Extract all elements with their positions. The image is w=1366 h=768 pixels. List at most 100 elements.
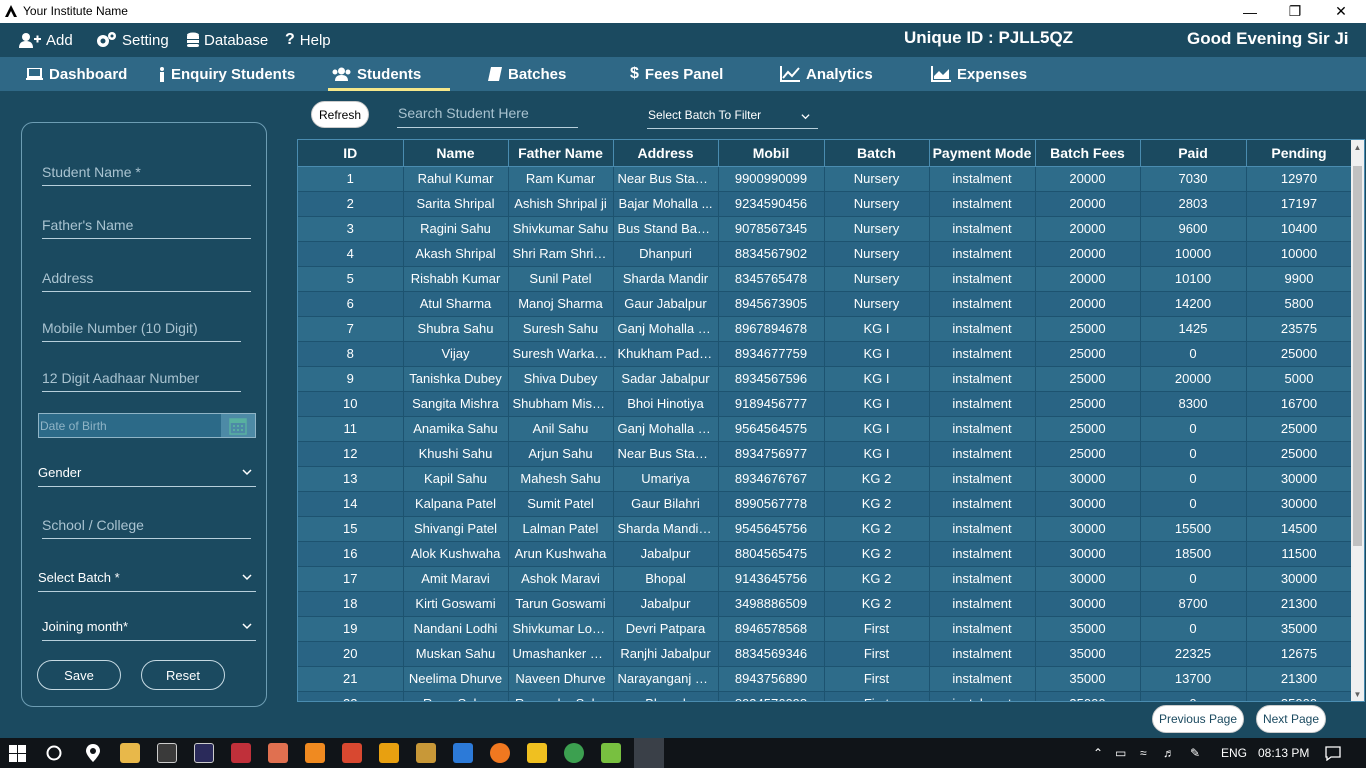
- powershell-icon[interactable]: [194, 743, 214, 763]
- table-row[interactable]: 1 Rahul Kumar Ram Kumar Near Bus Stand... 99…: [298, 166, 1353, 192]
- table-row[interactable]: 7 Shubra Sahu Suresh Sahu Ganj Mohalla B...…: [298, 316, 1353, 342]
- students-table[interactable]: ID Name Father Name Address Mobil Batch Paymen…: [297, 139, 1365, 702]
- clock[interactable]: 08:13 PM: [1258, 746, 1309, 760]
- maximize-button[interactable]: ❐: [1272, 0, 1318, 23]
- column-header[interactable]: Batch: [824, 140, 930, 167]
- app-icon[interactable]: [268, 743, 288, 763]
- search-circle-icon[interactable]: [46, 745, 62, 761]
- table-cell: 30000: [1035, 466, 1141, 492]
- table-row[interactable]: 21 Neelima Dhurve Naveen Dhurve Narayanganj…: [298, 666, 1353, 692]
- batch-select[interactable]: Select Batch *: [38, 566, 256, 592]
- android-studio-icon[interactable]: [601, 743, 621, 763]
- language-indicator[interactable]: ENG: [1221, 746, 1247, 760]
- column-header[interactable]: ID: [298, 140, 404, 167]
- column-header[interactable]: Paid: [1140, 140, 1247, 167]
- reset-button[interactable]: Reset: [141, 660, 225, 690]
- chrome-icon[interactable]: [564, 743, 584, 763]
- father-name-field[interactable]: Father's Name: [42, 213, 251, 239]
- table-row[interactable]: 3 Ragini Sahu Shivkumar Sahu Bus Stand Bare…: [298, 216, 1353, 242]
- app-icon[interactable]: [527, 743, 547, 763]
- table-row[interactable]: 18 Kirti Goswami Tarun Goswami Jabalpur 3498…: [298, 591, 1353, 617]
- pen-icon[interactable]: ✎: [1190, 746, 1200, 760]
- tab-dashboard[interactable]: Dashboard: [26, 57, 127, 91]
- scroll-down-icon[interactable]: ▼: [1351, 687, 1364, 701]
- next-page-button[interactable]: Next Page: [1256, 705, 1326, 733]
- close-button[interactable]: ✕: [1318, 0, 1364, 23]
- save-button[interactable]: Save: [37, 660, 121, 690]
- chevron-up-icon[interactable]: ⌃: [1093, 746, 1103, 760]
- table-row[interactable]: 8 Vijay Suresh Warkade Khukham Pada... 89346…: [298, 341, 1353, 367]
- file-explorer-icon[interactable]: [120, 743, 140, 763]
- tab-expenses[interactable]: Expenses: [931, 57, 1027, 91]
- column-header[interactable]: Father Name: [508, 140, 614, 167]
- tab-students-label: Students: [357, 65, 422, 83]
- tab-analytics[interactable]: Analytics: [780, 57, 873, 91]
- minimize-button[interactable]: —: [1227, 0, 1273, 23]
- command-prompt-icon[interactable]: [157, 743, 177, 763]
- search-input[interactable]: Search Student Here: [397, 102, 578, 128]
- app-icon[interactable]: [453, 743, 473, 763]
- table-row[interactable]: 16 Alok Kushwaha Arun Kushwaha Jabalpur 8804…: [298, 541, 1353, 567]
- table-row[interactable]: 2 Sarita Shripal Ashish Shripal ji Bajar Mo…: [298, 191, 1353, 217]
- windows-start-icon[interactable]: [9, 745, 26, 762]
- battery-icon[interactable]: ▭: [1115, 746, 1126, 760]
- address-field[interactable]: Address: [42, 266, 251, 292]
- location-icon[interactable]: [86, 744, 100, 762]
- aadhaar-field[interactable]: 12 Digit Aadhaar Number: [42, 366, 241, 392]
- column-header[interactable]: Batch Fees: [1035, 140, 1141, 167]
- sublime-text-icon[interactable]: [379, 743, 399, 763]
- column-header[interactable]: Payment Mode: [929, 140, 1036, 167]
- table-row[interactable]: 6 Atul Sharma Manoj Sharma Gaur Jabalpur 894…: [298, 291, 1353, 317]
- app-icon[interactable]: [416, 743, 436, 763]
- paint-icon[interactable]: [231, 743, 251, 763]
- column-header[interactable]: Mobil: [718, 140, 825, 167]
- table-row[interactable]: 14 Kalpana Patel Sumit Patel Gaur Bilahri 89…: [298, 491, 1353, 517]
- table-row[interactable]: 11 Anamika Sahu Anil Sahu Ganj Mohalla B...…: [298, 416, 1353, 442]
- table-row[interactable]: 19 Nandani Lodhi Shivkumar Lodhi Devri Patp…: [298, 616, 1353, 642]
- table-row[interactable]: 20 Muskan Sahu Umashanker Sa... Ranjhi Jaba…: [298, 641, 1353, 667]
- gender-select[interactable]: Gender: [38, 461, 256, 487]
- mobile-field[interactable]: Mobile Number (10 Digit): [42, 316, 241, 342]
- tab-batches[interactable]: Batches: [488, 57, 566, 91]
- tab-students[interactable]: Students: [328, 57, 450, 91]
- date-of-birth-field[interactable]: Date of Birth: [38, 413, 256, 438]
- active-app-icon[interactable]: [634, 738, 664, 768]
- table-row[interactable]: 9 Tanishka Dubey Shiva Dubey Sadar Jabalpur…: [298, 366, 1353, 392]
- add-menu[interactable]: Add: [19, 28, 73, 52]
- column-header[interactable]: Pending: [1246, 140, 1353, 167]
- table-header-row: ID Name Father Name Address Mobil Batch Paymen…: [298, 140, 1353, 167]
- refresh-button[interactable]: Refresh: [311, 101, 369, 128]
- database-menu[interactable]: Database: [187, 28, 268, 52]
- table-row[interactable]: 10 Sangita Mishra Shubham Mishra Bhoi Hinot…: [298, 391, 1353, 417]
- vlc-icon[interactable]: [305, 743, 325, 763]
- table-row[interactable]: 13 Kapil Sahu Mahesh Sahu Umariya 8934676767…: [298, 466, 1353, 492]
- app-icon[interactable]: [342, 743, 362, 763]
- vertical-scrollbar[interactable]: ▲ ▼: [1351, 140, 1364, 701]
- table-row[interactable]: 5 Rishabh Kumar Sunil Patel Sharda Mandir 83…: [298, 266, 1353, 292]
- column-header[interactable]: Name: [403, 140, 509, 167]
- scrollbar-thumb[interactable]: [1353, 166, 1362, 546]
- volume-icon[interactable]: ♬: [1163, 746, 1175, 760]
- batch-filter-select[interactable]: Select Batch To Filter: [647, 102, 818, 129]
- joining-month-select[interactable]: Joining month*: [42, 615, 256, 641]
- table-row[interactable]: 15 Shivangi Patel Lalman Patel Sharda Mandi…: [298, 516, 1353, 542]
- tab-fees-panel[interactable]: $ Fees Panel: [630, 57, 723, 91]
- table-row[interactable]: 12 Khushi Sahu Arjun Sahu Near Bus Stand...…: [298, 441, 1353, 467]
- table-row[interactable]: 4 Akash Shripal Shri Ram Shripal Dhanpuri 88…: [298, 241, 1353, 267]
- table-cell: 20000: [1140, 366, 1247, 392]
- tab-enquiry-students[interactable]: Enquiry Students: [159, 57, 295, 91]
- scroll-up-icon[interactable]: ▲: [1351, 140, 1364, 154]
- student-name-field[interactable]: Student Name *: [42, 160, 251, 186]
- school-field[interactable]: School / College: [42, 513, 251, 539]
- calendar-button[interactable]: [221, 414, 255, 437]
- help-menu[interactable]: ? Help: [285, 28, 331, 52]
- wifi-icon[interactable]: ≈: [1140, 746, 1147, 760]
- table-cell: 12970: [1246, 166, 1353, 192]
- app-icon[interactable]: [490, 743, 510, 763]
- column-header[interactable]: Address: [613, 140, 719, 167]
- table-row[interactable]: 22Roop SahuRupendra SahuBhopal8934576098…: [298, 691, 1353, 701]
- notification-icon[interactable]: [1325, 746, 1341, 761]
- table-row[interactable]: 17 Amit Maravi Ashok Maravi Bhopal 914364575…: [298, 566, 1353, 592]
- previous-page-button[interactable]: Previous Page: [1152, 705, 1244, 733]
- setting-menu[interactable]: Setting: [95, 28, 169, 52]
